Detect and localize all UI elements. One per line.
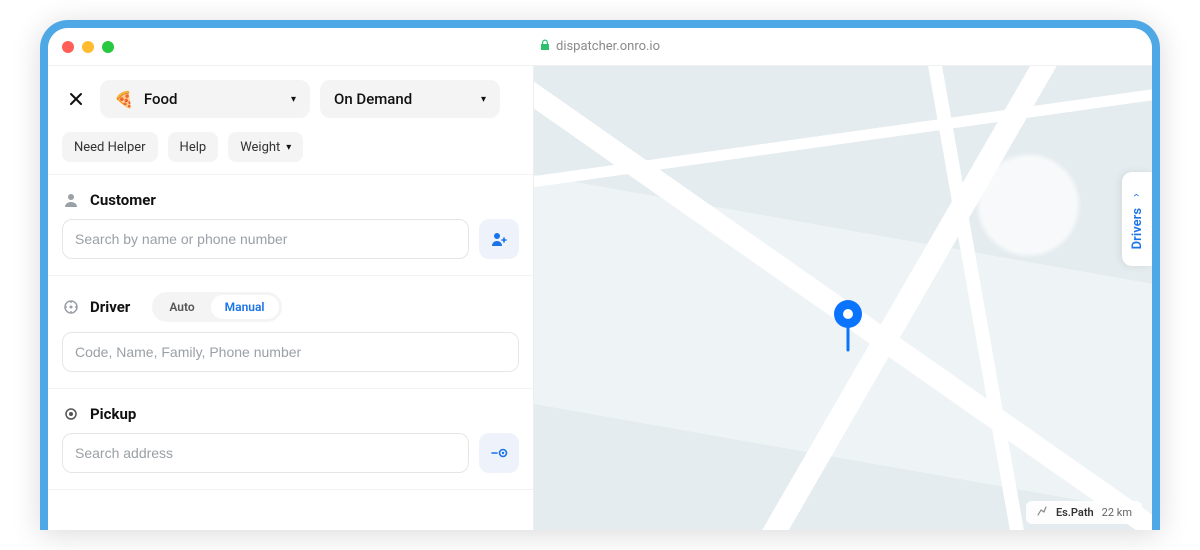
close-icon[interactable]	[62, 85, 90, 113]
map-center-pin	[831, 298, 865, 360]
chevron-down-icon: ▾	[291, 94, 296, 105]
app-body: 🍕 Food ▾ On Demand ▾ Need Helper	[48, 66, 1152, 530]
dispatch-mode-dropdown[interactable]: On Demand ▾	[320, 80, 500, 118]
driver-title: Driver	[90, 298, 130, 316]
chevron-left-icon: ‹	[1130, 194, 1144, 198]
chip-label: Help	[180, 140, 207, 155]
browser-chrome: dispatcher.onro.io	[48, 28, 1152, 66]
window-minimize-button[interactable]	[82, 41, 94, 53]
driver-search-input[interactable]	[62, 332, 519, 372]
driver-section: Driver Auto Manual	[48, 276, 533, 389]
route-icon	[1036, 505, 1048, 520]
pickup-address-input[interactable]	[62, 433, 469, 473]
lock-icon	[540, 39, 550, 54]
form-topbar: 🍕 Food ▾ On Demand ▾ Need Helper	[48, 66, 533, 175]
browser-window: dispatcher.onro.io 🍕 Food ▾ On D	[40, 20, 1160, 530]
espath-label: Es.Path	[1056, 506, 1094, 519]
need-helper-chip[interactable]: Need Helper	[62, 132, 158, 162]
estimated-path-badge: Es.Path 22 km	[1026, 501, 1142, 524]
drivers-side-tab[interactable]: ‹ Drivers	[1122, 172, 1152, 266]
window-maximize-button[interactable]	[102, 41, 114, 53]
customer-title: Customer	[90, 191, 156, 209]
map-panel[interactable]: ‹ Drivers Es.Path 22 km	[534, 66, 1152, 530]
window-close-button[interactable]	[62, 41, 74, 53]
chevron-down-icon: ▾	[286, 142, 291, 153]
url-text: dispatcher.onro.io	[556, 39, 660, 54]
pick-on-map-button[interactable]	[479, 433, 519, 473]
service-type-dropdown[interactable]: 🍕 Food ▾	[100, 80, 310, 118]
customer-section: Customer	[48, 175, 533, 276]
pickup-icon	[62, 405, 80, 423]
weight-dropdown[interactable]: Weight ▾	[228, 132, 303, 162]
customer-search-input[interactable]	[62, 219, 469, 259]
order-form-panel: 🍕 Food ▾ On Demand ▾ Need Helper	[48, 66, 534, 530]
service-type-label: Food	[144, 90, 178, 108]
pickup-title: Pickup	[90, 405, 136, 423]
address-bar[interactable]: dispatcher.onro.io	[540, 39, 660, 54]
espath-value: 22 km	[1102, 506, 1132, 519]
pickup-section: Pickup	[48, 389, 533, 490]
pizza-icon: 🍕	[114, 90, 134, 109]
add-customer-button[interactable]	[479, 219, 519, 259]
traffic-lights	[62, 41, 114, 53]
drivers-tab-label: Drivers	[1130, 208, 1145, 249]
driver-icon	[62, 298, 80, 316]
help-chip[interactable]: Help	[168, 132, 219, 162]
dispatch-mode-label: On Demand	[334, 90, 412, 108]
chip-label: Need Helper	[74, 140, 146, 155]
customer-icon	[62, 191, 80, 209]
driver-manual-option[interactable]: Manual	[211, 295, 279, 319]
chevron-down-icon: ▾	[481, 94, 486, 105]
driver-mode-toggle: Auto Manual	[152, 292, 281, 322]
driver-auto-option[interactable]: Auto	[155, 295, 208, 319]
chip-label: Weight	[240, 140, 280, 155]
